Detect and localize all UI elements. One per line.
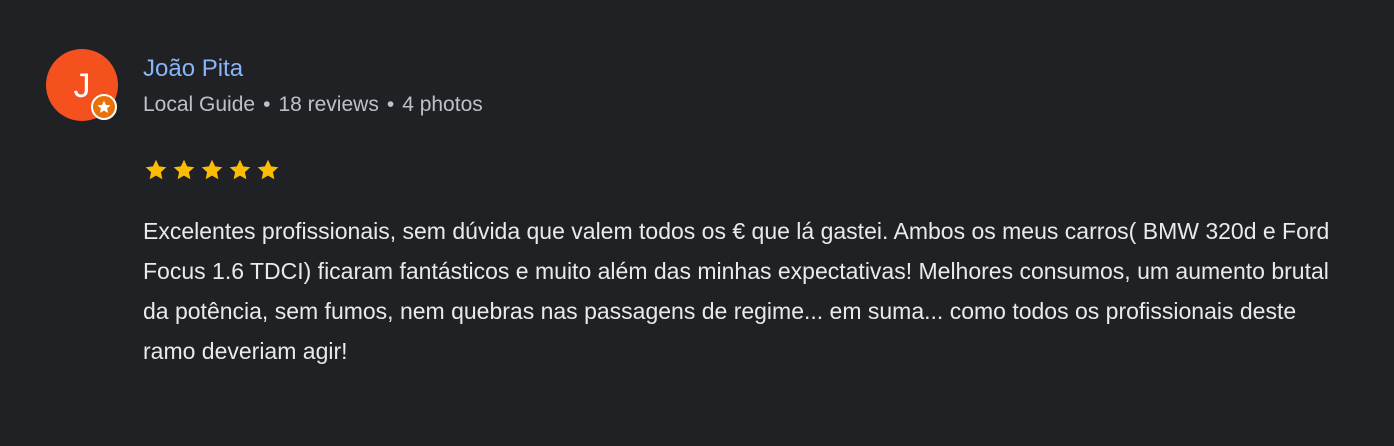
avatar-container[interactable]: J — [46, 49, 118, 121]
star-icon — [229, 159, 251, 180]
star-rating — [144, 158, 280, 182]
meta-separator: • — [263, 93, 271, 116]
review-text: Excelentes profissionais, sem dúvida que… — [143, 218, 1330, 364]
review-card: J João Pita Local Guide • 18 reviews • 4 pho… — [0, 0, 1394, 446]
local-guide-label: Local Guide — [143, 93, 256, 116]
meta-separator: • — [386, 93, 395, 116]
star-icon — [201, 159, 223, 180]
avatar-initial: J — [73, 67, 91, 105]
star-icon — [173, 159, 195, 180]
star-icon — [97, 100, 111, 113]
photo-count: 4 photos — [402, 93, 483, 116]
review-count: 18 reviews — [278, 93, 379, 116]
local-guide-star-icon — [91, 94, 117, 120]
star-icon — [145, 159, 167, 180]
star-icon — [257, 159, 279, 180]
author-meta: Local Guide • 18 reviews • 4 photos — [143, 92, 483, 118]
author-name-link[interactable]: João Pita — [143, 55, 243, 83]
